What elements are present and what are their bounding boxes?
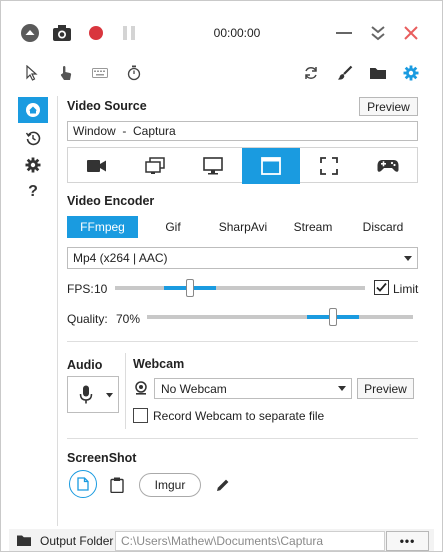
source-region-button[interactable] [300, 148, 358, 184]
folder-icon [17, 535, 31, 546]
chevron-down-icon [404, 256, 412, 261]
audio-source-dropdown[interactable] [67, 376, 119, 413]
home-icon [26, 103, 40, 117]
fps-value: 10 [94, 282, 108, 296]
fps-slider-thumb[interactable] [186, 279, 194, 297]
tab-sharpavi[interactable]: SharpAvi [208, 216, 278, 238]
pointer-icon[interactable] [23, 64, 41, 82]
encoder-tabs: FFmpeg Gif SharpAvi Stream Discard [67, 216, 418, 238]
edit-button[interactable] [213, 475, 233, 495]
divider [67, 438, 418, 439]
keyboard-icon[interactable] [91, 64, 109, 82]
monitor-icon [203, 157, 223, 175]
file-icon [77, 477, 89, 491]
minimize-icon[interactable] [334, 23, 354, 43]
tab-gif[interactable]: Gif [138, 216, 208, 238]
sidebar-item-history[interactable] [18, 125, 48, 151]
window-icon [261, 157, 281, 175]
fps-slider[interactable] [115, 279, 365, 297]
audio-webcam-divider [125, 353, 126, 429]
video-source-selector [67, 147, 418, 184]
output-folder-path[interactable]: C:\Users\Mathew\Documents\Captura [115, 531, 385, 551]
region-icon [320, 157, 338, 175]
video-source-preview-button[interactable]: Preview [359, 97, 418, 116]
checkmark-icon [376, 282, 387, 292]
record-webcam-separate-checkbox[interactable] [133, 408, 148, 423]
settings-icon [25, 157, 41, 173]
codec-dropdown-value: Mp4 (x264 | AAC) [73, 251, 168, 265]
output-folder-path-text: C:\Users\Mathew\Documents\Captura [121, 534, 324, 548]
up-arrow-circle-icon[interactable] [20, 23, 40, 43]
hand-click-icon[interactable] [57, 64, 75, 82]
refresh-icon[interactable] [302, 64, 320, 82]
output-folder-more-button[interactable]: ••• [386, 531, 429, 551]
timer-display: 00:00:00 [213, 26, 261, 40]
quality-value: 70% [116, 312, 141, 326]
video-source-value: Window - Captura [67, 121, 418, 141]
codec-dropdown[interactable]: Mp4 (x264 | AAC) [67, 247, 418, 269]
camera-icon[interactable] [52, 23, 72, 43]
video-encoder-heading: Video Encoder [67, 194, 155, 208]
brush-icon[interactable] [336, 64, 354, 82]
record-webcam-separate-label: Record Webcam to separate file [153, 409, 325, 423]
webcam-dropdown-value: No Webcam [161, 382, 227, 396]
sidebar-divider [57, 96, 58, 526]
webcam-icon [133, 380, 149, 396]
video-source-heading: Video Source [67, 99, 147, 113]
close-icon[interactable] [401, 23, 421, 43]
quality-label: Quality: [67, 312, 108, 326]
limit-label: Limit [393, 282, 419, 296]
clipboard-button[interactable] [107, 475, 127, 495]
webcam-preview-button[interactable]: Preview [357, 378, 414, 399]
video-camera-icon [87, 160, 106, 172]
collapse-chevrons-icon[interactable] [367, 21, 389, 45]
webcam-dropdown[interactable]: No Webcam [154, 378, 352, 399]
audio-heading: Audio [67, 358, 103, 372]
app-window: 00:00:00 ? Video Source Preview Window -… [0, 0, 443, 552]
stopwatch-icon[interactable] [125, 64, 143, 82]
folder-icon[interactable] [368, 64, 388, 82]
video-source-value-text: Window - Captura [73, 124, 176, 138]
tab-stream[interactable]: Stream [278, 216, 348, 238]
fps-slider-track [115, 286, 365, 290]
clipboard-icon [110, 477, 124, 493]
quality-slider-track [147, 315, 413, 319]
screenshot-to-file-button[interactable] [69, 470, 97, 498]
output-folder-button[interactable] [15, 532, 33, 548]
source-monitor-button[interactable] [184, 148, 242, 184]
source-window-button[interactable] [242, 148, 300, 184]
gamepad-icon [377, 160, 399, 172]
source-camera-button[interactable] [68, 148, 126, 184]
help-icon: ? [28, 183, 38, 200]
sidebar-item-settings[interactable] [18, 152, 48, 178]
history-icon [25, 131, 41, 146]
chevron-down-icon [338, 386, 346, 391]
sidebar-item-help[interactable]: ? [18, 179, 48, 205]
fps-label: FPS: [67, 282, 94, 296]
divider [67, 341, 418, 342]
pencil-icon [217, 479, 229, 491]
multiple-screens-icon [145, 157, 165, 174]
quality-slider[interactable] [147, 308, 413, 326]
chevron-down-icon [106, 393, 113, 398]
source-screens-button[interactable] [126, 148, 184, 184]
record-icon[interactable] [86, 23, 106, 43]
imgur-button[interactable]: Imgur [139, 473, 201, 497]
webcam-heading: Webcam [133, 357, 185, 371]
source-gamepad-button[interactable] [359, 148, 417, 184]
settings-gear-icon[interactable] [402, 64, 420, 82]
output-folder-label: Output Folder [40, 534, 114, 548]
microphone-icon [79, 385, 93, 404]
limit-checkbox[interactable] [374, 280, 389, 295]
screenshot-heading: ScreenShot [67, 451, 137, 465]
tab-discard[interactable]: Discard [348, 216, 418, 238]
tab-ffmpeg[interactable]: FFmpeg [67, 216, 138, 238]
pause-icon[interactable] [119, 23, 139, 43]
quality-slider-thumb[interactable] [329, 308, 337, 326]
sidebar-item-home[interactable] [18, 97, 48, 123]
